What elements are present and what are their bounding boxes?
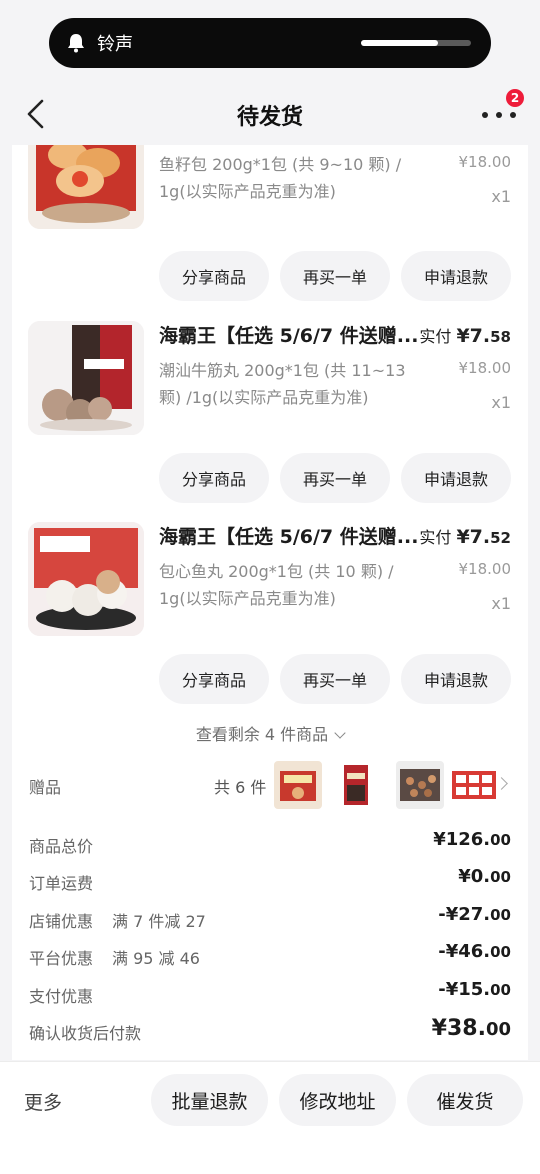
order-item[interactable]: 海霸王【任选 5/6/7 件送赠... 实付 ¥7.58 潮汕牛筋丸 200g*… <box>12 321 528 441</box>
item-actions: 分享商品 再买一单 申请退款 <box>159 251 511 301</box>
item-quantity: x1 <box>491 594 511 613</box>
request-refund-button[interactable]: 申请退款 <box>401 251 511 301</box>
item-original-price: ¥18.00 <box>458 359 512 377</box>
item-spec: 潮汕牛筋丸 200g*1包 (共 11~13 颗) /1g(以实际产品克重为准) <box>159 361 406 407</box>
notification-badge: 2 <box>506 89 524 107</box>
gift-image <box>396 761 444 809</box>
page-title: 待发货 <box>236 105 303 130</box>
shipping-fee-row: 订单运费 ¥0.00 <box>29 866 511 893</box>
item-original-price: ¥18.00 <box>458 560 512 578</box>
platform-discount-row: 平台优惠 满 95 减 46 -¥46.00 <box>29 941 511 968</box>
share-product-button[interactable]: 分享商品 <box>159 453 269 503</box>
gift-image <box>450 761 498 809</box>
goods-total-row: 商品总价 ¥126.00 <box>29 829 511 856</box>
item-original-price: ¥18.00 <box>458 153 512 171</box>
item-quantity: x1 <box>491 187 511 206</box>
gifts-count: 共 6 件 <box>214 778 267 797</box>
volume-label: 铃声 <box>97 34 133 55</box>
pay-on-receipt-row: 确认收货后付款 ¥38.00 <box>29 1016 511 1043</box>
item-paid-price: 实付 ¥7.58 <box>419 325 511 347</box>
nav-header: 待发货 2 <box>0 85 540 145</box>
buy-again-button[interactable]: 再买一单 <box>280 654 390 704</box>
item-name: 海霸王【任选 5/6/7 件送赠... <box>159 526 419 548</box>
bottom-action-bar: 更多 批量退款 修改地址 催发货 <box>0 1061 540 1174</box>
item-quantity: x1 <box>491 393 511 412</box>
item-paid-price: 实付 ¥7.52 <box>419 526 511 548</box>
buy-again-button[interactable]: 再买一单 <box>280 453 390 503</box>
item-name: 海霸王【任选 5/6/7 件送赠... <box>159 325 419 347</box>
item-spec: 鱼籽包 200g*1包 (共 9~10 颗) / 1g(以实际产品克重为准) <box>159 155 402 201</box>
request-refund-button[interactable]: 申请退款 <box>401 453 511 503</box>
order-item[interactable]: 鱼籽包 200g*1包 (共 9~10 颗) / 1g(以实际产品克重为准) ¥… <box>12 145 528 235</box>
item-actions: 分享商品 再买一单 申请退款 <box>159 453 511 503</box>
payment-discount-row: 支付优惠 -¥15.00 <box>29 979 511 1006</box>
share-product-button[interactable]: 分享商品 <box>159 251 269 301</box>
gifts-label: 赠品 <box>29 778 62 797</box>
change-address-button[interactable]: 修改地址 <box>279 1074 396 1126</box>
item-actions: 分享商品 再买一单 申请退款 <box>159 654 511 704</box>
buy-again-button[interactable]: 再买一单 <box>280 251 390 301</box>
chevron-down-icon <box>334 727 346 739</box>
gift-image <box>274 761 322 809</box>
order-card: 鱼籽包 200g*1包 (共 9~10 颗) / 1g(以实际产品克重为准) ¥… <box>12 145 528 1060</box>
volume-slider-fill <box>361 40 438 46</box>
item-spec: 包心鱼丸 200g*1包 (共 10 颗) / 1g(以实际产品克重为准) <box>159 562 394 608</box>
product-image-fish-balls <box>28 522 144 636</box>
product-image-beef-balls <box>28 321 144 435</box>
urge-shipping-button[interactable]: 催发货 <box>407 1074 523 1126</box>
bell-icon <box>68 34 84 53</box>
product-image-fish-roe-dumpling <box>28 145 144 229</box>
batch-refund-button[interactable]: 批量退款 <box>151 1074 268 1126</box>
gift-image <box>332 761 380 809</box>
shop-discount-row: 店铺优惠 满 7 件减 27 -¥27.00 <box>29 904 511 931</box>
request-refund-button[interactable]: 申请退款 <box>401 654 511 704</box>
share-product-button[interactable]: 分享商品 <box>159 654 269 704</box>
volume-slider[interactable] <box>361 40 471 46</box>
order-item[interactable]: 海霸王【任选 5/6/7 件送赠... 实付 ¥7.52 包心鱼丸 200g*1… <box>12 522 528 642</box>
volume-indicator: 铃声 <box>49 18 491 68</box>
view-remaining-items-link[interactable]: 查看剩余 4 件商品 <box>12 721 528 745</box>
gifts-row[interactable]: 赠品 共 6 件 <box>12 757 528 813</box>
more-button[interactable]: 更多 <box>24 1088 62 1115</box>
